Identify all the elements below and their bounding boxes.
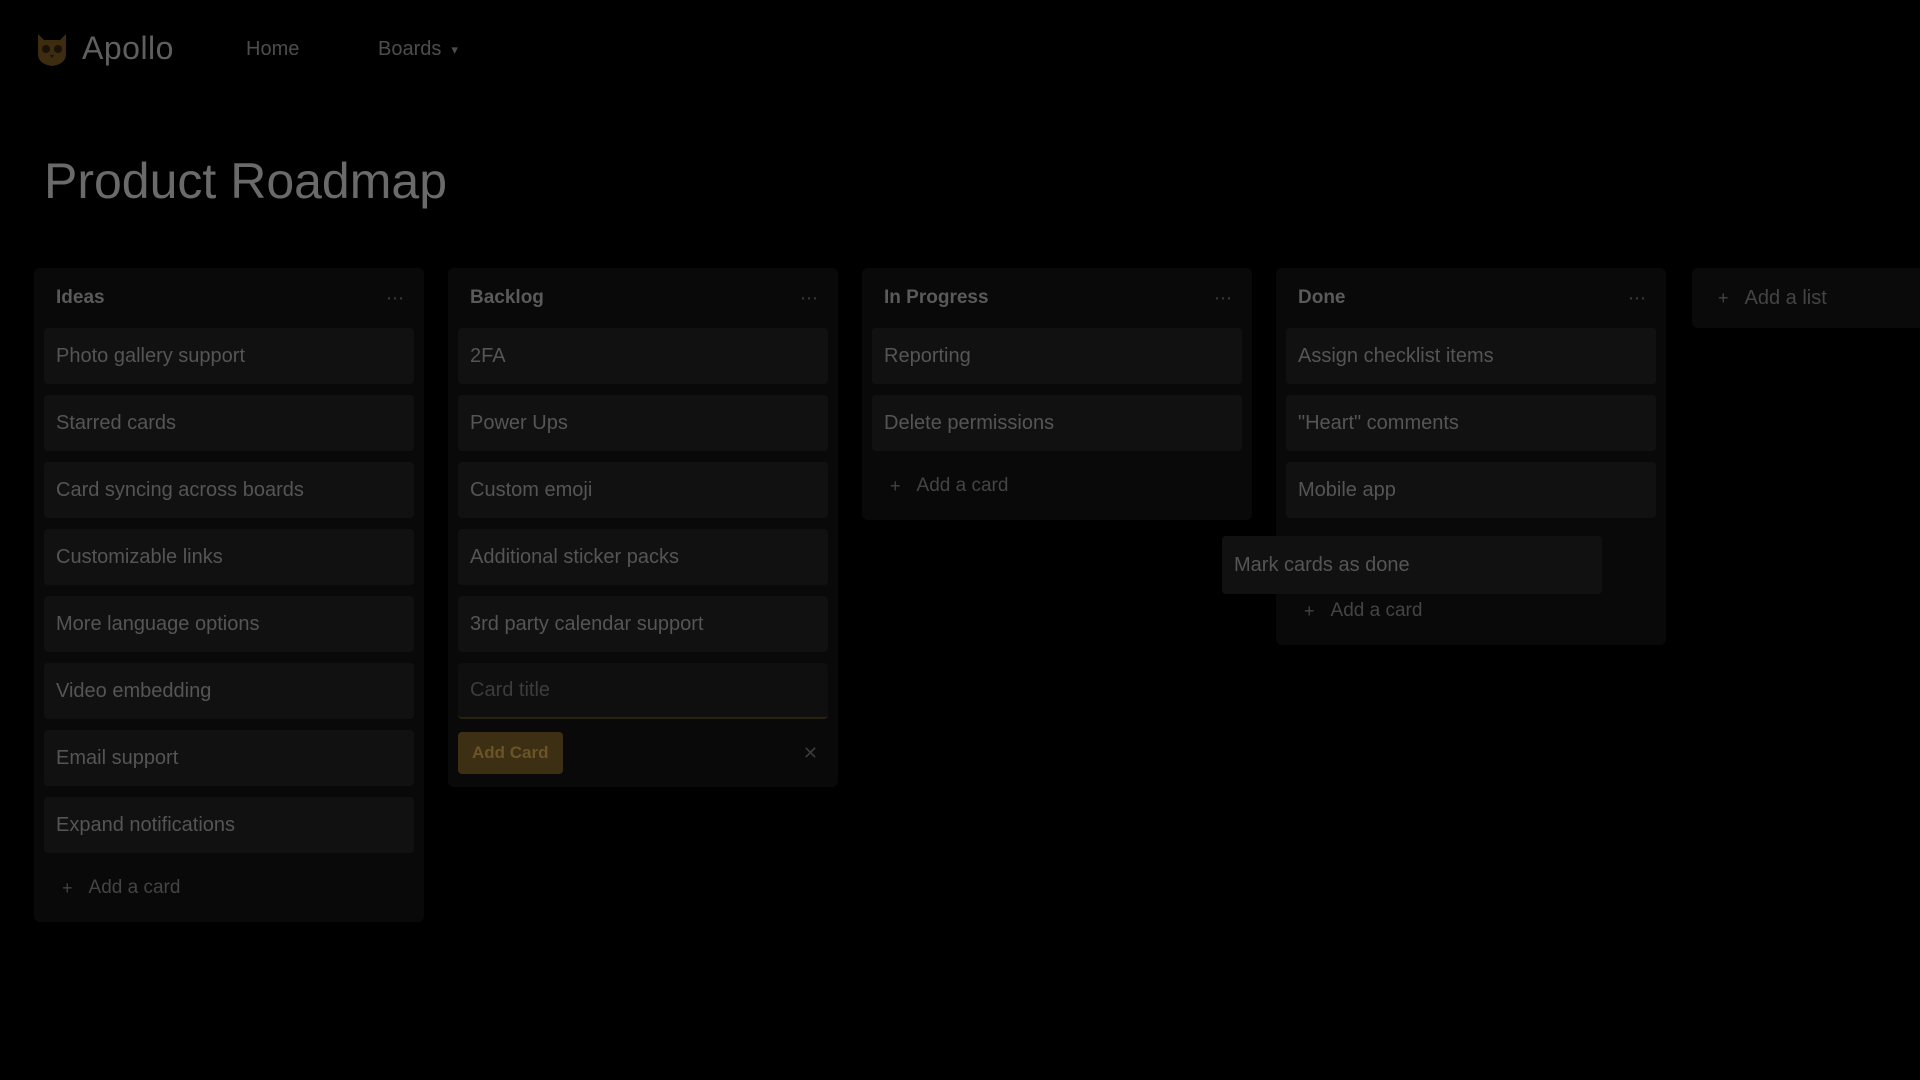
plus-icon: + xyxy=(62,877,73,898)
list-menu-icon[interactable]: ⋯ xyxy=(386,288,404,309)
card-title-input[interactable]: Card title xyxy=(458,663,828,719)
card[interactable]: Expand notifications xyxy=(44,797,414,853)
app-logo[interactable]: Apollo xyxy=(34,28,174,68)
add-list-label: Add a list xyxy=(1744,286,1827,309)
card[interactable]: Starred cards xyxy=(44,395,414,451)
app-name: Apollo xyxy=(82,29,174,66)
card[interactable]: Customizable links xyxy=(44,529,414,585)
add-card-label: Add a card xyxy=(88,877,181,898)
card[interactable]: Delete permissions xyxy=(872,395,1242,451)
list-header: Ideas ⋯ xyxy=(44,268,414,328)
card[interactable]: More language options xyxy=(44,596,414,652)
nav-boards-dropdown[interactable]: Boards ▾ xyxy=(378,38,458,61)
chevron-down-icon: ▾ xyxy=(451,41,458,57)
list-backlog: Backlog ⋯ 2FA Power Ups Custom emoji Add… xyxy=(448,268,838,787)
list-header: In Progress ⋯ xyxy=(872,268,1242,328)
list-title: Ideas xyxy=(56,287,105,308)
card[interactable]: Video embedding xyxy=(44,663,414,719)
card[interactable]: Card syncing across boards xyxy=(44,462,414,518)
card[interactable]: Mobile app xyxy=(1286,462,1656,518)
card[interactable]: Reporting xyxy=(872,328,1242,384)
owl-logo-icon xyxy=(38,34,66,66)
card-composer-actions: Add Card ✕ xyxy=(458,729,828,777)
list-header: Backlog ⋯ xyxy=(458,268,828,328)
list-in-progress: In Progress ⋯ Reporting Delete permissio… xyxy=(862,268,1252,520)
plus-icon: + xyxy=(1718,287,1729,308)
plus-icon: + xyxy=(1304,600,1315,621)
add-card-label: Add a card xyxy=(1330,600,1423,621)
top-navigation: Apollo Home Boards ▾ xyxy=(0,0,1920,100)
card[interactable]: Power Ups xyxy=(458,395,828,451)
list-ideas: Ideas ⋯ Photo gallery support Starred ca… xyxy=(34,268,424,922)
nav-home-link[interactable]: Home xyxy=(246,38,299,61)
list-menu-icon[interactable]: ⋯ xyxy=(1214,288,1232,309)
close-icon[interactable]: ✕ xyxy=(803,743,818,764)
card[interactable]: 2FA xyxy=(458,328,828,384)
add-card-button[interactable]: + Add a card xyxy=(1286,587,1656,635)
board-title: Product Roadmap xyxy=(44,153,448,209)
card[interactable]: Custom emoji xyxy=(458,462,828,518)
nav-boards-label: Boards xyxy=(378,38,442,60)
plus-icon: + xyxy=(890,475,901,496)
card[interactable]: "Heart" comments xyxy=(1286,395,1656,451)
add-card-button[interactable]: + Add a card xyxy=(872,462,1242,510)
card[interactable]: Additional sticker packs xyxy=(458,529,828,585)
add-card-submit-button[interactable]: Add Card xyxy=(458,732,563,774)
list-menu-icon[interactable]: ⋯ xyxy=(1628,288,1646,309)
card[interactable]: Email support xyxy=(44,730,414,786)
list-title: Backlog xyxy=(470,287,544,308)
card[interactable]: Assign checklist items xyxy=(1286,328,1656,384)
card[interactable]: Photo gallery support xyxy=(44,328,414,384)
list-menu-icon[interactable]: ⋯ xyxy=(800,288,818,309)
list-header: Done ⋯ xyxy=(1286,268,1656,328)
add-card-label: Add a card xyxy=(916,475,1009,496)
list-title: In Progress xyxy=(884,287,989,308)
list-title: Done xyxy=(1298,287,1346,308)
card[interactable]: 3rd party calendar support xyxy=(458,596,828,652)
dragging-card[interactable]: Mark cards as done xyxy=(1222,536,1602,594)
add-card-button[interactable]: + Add a card xyxy=(44,864,414,912)
add-list-button[interactable]: + Add a list xyxy=(1692,268,1920,328)
